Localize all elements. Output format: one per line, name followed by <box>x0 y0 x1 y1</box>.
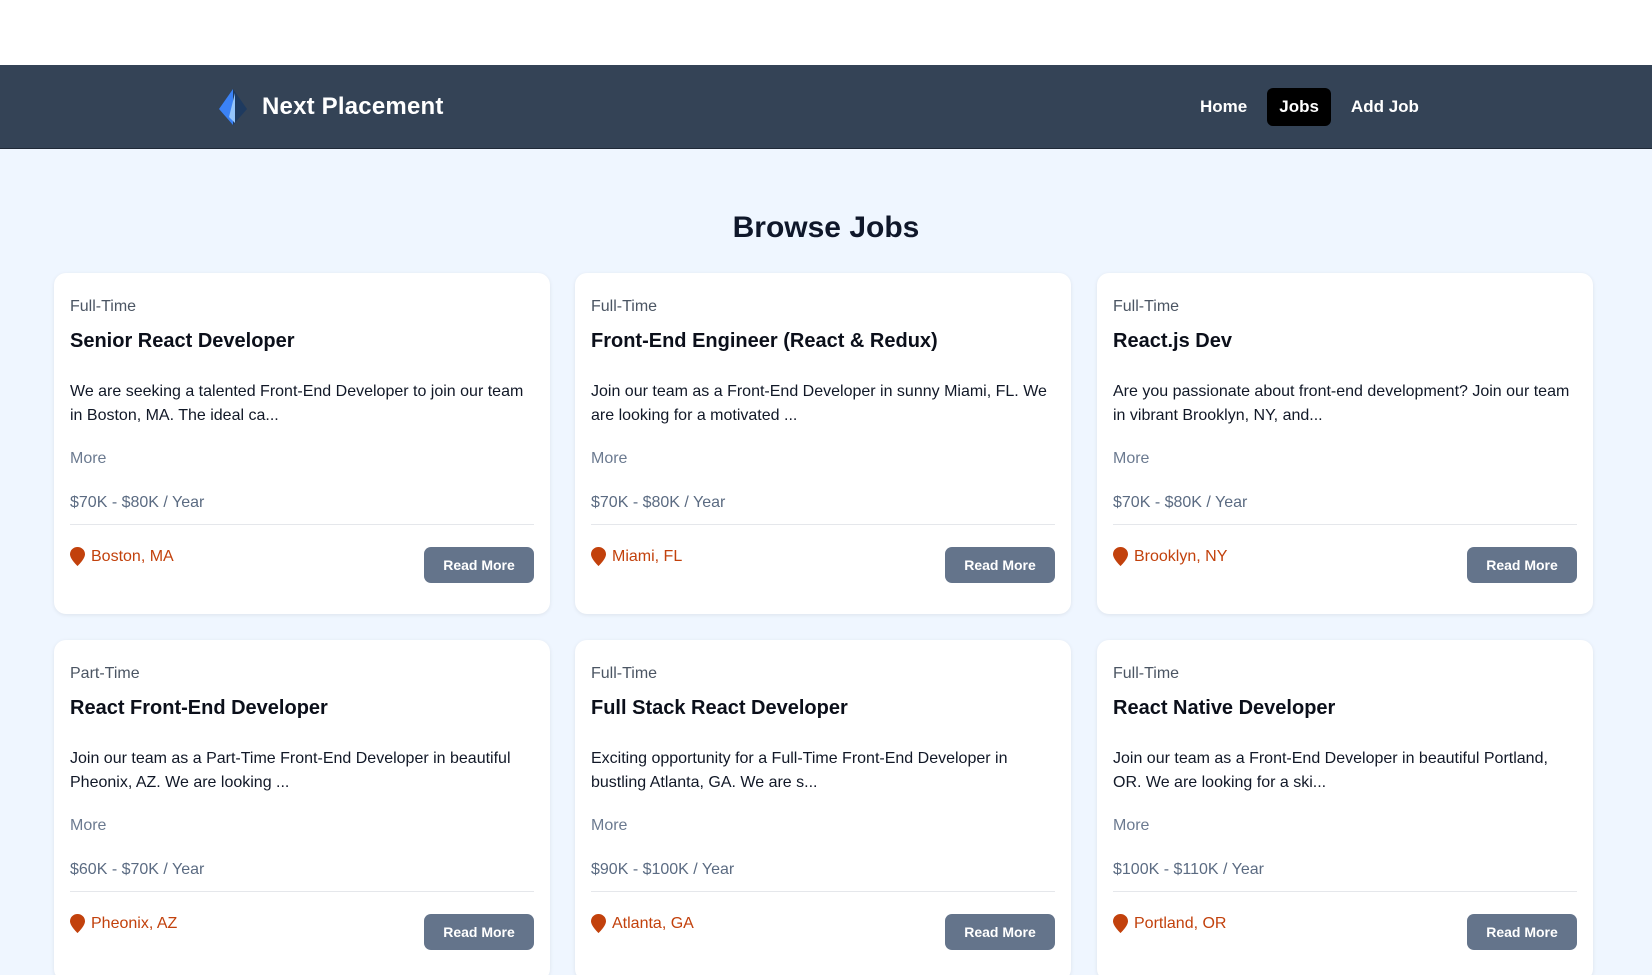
job-type: Full-Time <box>591 298 658 315</box>
more-toggle-link[interactable]: More <box>70 450 106 468</box>
job-card: Full-Time Full Stack React Developer Exc… <box>575 640 1071 975</box>
job-location: Brooklyn, NY <box>1113 547 1227 566</box>
job-location-text: Portland, OR <box>1134 914 1227 932</box>
job-card: Part-Time React Front-End Developer Join… <box>54 640 550 975</box>
job-location-text: Atlanta, GA <box>612 914 694 932</box>
job-title: Senior React Developer <box>70 330 295 352</box>
job-salary: $60K - $70K / Year <box>70 861 205 878</box>
job-card: Full-Time React.js Dev Are you passionat… <box>1097 273 1593 614</box>
card-divider <box>70 524 534 525</box>
job-title: React.js Dev <box>1113 330 1232 352</box>
job-type: Full-Time <box>591 665 658 682</box>
card-divider <box>70 891 534 892</box>
read-more-button[interactable]: Read More <box>424 547 534 583</box>
more-toggle-link[interactable]: More <box>70 817 106 835</box>
job-location: Pheonix, AZ <box>70 914 177 933</box>
more-toggle-link[interactable]: More <box>591 817 627 835</box>
job-description: Are you passionate about front-end devel… <box>1113 383 1570 424</box>
job-type: Part-Time <box>70 665 140 682</box>
job-type: Full-Time <box>1113 665 1180 682</box>
nav-home-link[interactable]: Home <box>1188 88 1259 126</box>
more-toggle-link[interactable]: More <box>591 450 627 468</box>
job-title: Front-End Engineer (React & Redux) <box>591 330 938 352</box>
job-salary: $70K - $80K / Year <box>70 494 205 511</box>
map-pin-icon <box>1113 914 1128 933</box>
job-card: Full-Time Front-End Engineer (React & Re… <box>575 273 1071 614</box>
read-more-button[interactable]: Read More <box>424 914 534 950</box>
read-more-button[interactable]: Read More <box>1467 914 1577 950</box>
nav-add-job-link[interactable]: Add Job <box>1339 88 1431 126</box>
compass-needle-icon <box>219 89 247 125</box>
job-salary: $100K - $110K / Year <box>1113 861 1264 878</box>
job-salary: $90K - $100K / Year <box>591 861 735 878</box>
job-salary: $70K - $80K / Year <box>591 494 726 511</box>
more-toggle-link[interactable]: More <box>1113 450 1149 468</box>
job-location-text: Pheonix, AZ <box>91 914 178 932</box>
page-title: Browse Jobs <box>732 211 920 244</box>
job-description: We are seeking a talented Front-End Deve… <box>70 383 524 424</box>
nav-links: Home Jobs Add Job <box>1188 88 1431 126</box>
job-title: React Native Developer <box>1113 697 1336 719</box>
job-card: Full-Time Senior React Developer We are … <box>54 273 550 614</box>
job-description: Exciting opportunity for a Full-Time Fro… <box>591 750 1008 791</box>
card-divider <box>591 891 1055 892</box>
job-card: Full-Time React Native Developer Join ou… <box>1097 640 1593 975</box>
job-description: Join our team as a Part-Time Front-End D… <box>70 750 511 791</box>
job-title: Full Stack React Developer <box>591 697 848 719</box>
job-location: Miami, FL <box>591 547 682 566</box>
job-location: Atlanta, GA <box>591 914 694 933</box>
read-more-button[interactable]: Read More <box>1467 547 1577 583</box>
job-location: Portland, OR <box>1113 914 1226 933</box>
job-location-text: Miami, FL <box>612 547 683 565</box>
job-location-text: Boston, MA <box>91 547 174 565</box>
card-divider <box>1113 524 1577 525</box>
card-divider <box>1113 891 1577 892</box>
read-more-button[interactable]: Read More <box>945 914 1055 950</box>
job-salary: $70K - $80K / Year <box>1113 494 1248 511</box>
map-pin-icon <box>1113 547 1128 566</box>
read-more-button[interactable]: Read More <box>945 547 1055 583</box>
brand-name: Next Placement <box>262 93 444 120</box>
job-location-text: Brooklyn, NY <box>1134 547 1228 565</box>
more-toggle-link[interactable]: More <box>1113 817 1149 835</box>
job-description: Join our team as a Front-End Developer i… <box>1113 750 1548 791</box>
navbar: Next Placement Home Jobs Add Job <box>0 65 1652 149</box>
nav-jobs-link[interactable]: Jobs <box>1267 88 1331 126</box>
brand-link[interactable]: Next Placement <box>216 87 444 127</box>
card-divider <box>591 524 1055 525</box>
browser-top-strip <box>0 0 1652 65</box>
job-title: React Front-End Developer <box>70 697 328 719</box>
map-pin-icon <box>591 547 606 566</box>
map-pin-icon <box>70 914 85 933</box>
job-location: Boston, MA <box>70 547 174 566</box>
job-type: Full-Time <box>70 298 137 315</box>
job-type: Full-Time <box>1113 298 1180 315</box>
job-description: Join our team as a Front-End Developer i… <box>591 383 1047 424</box>
map-pin-icon <box>591 914 606 933</box>
map-pin-icon <box>70 547 85 566</box>
